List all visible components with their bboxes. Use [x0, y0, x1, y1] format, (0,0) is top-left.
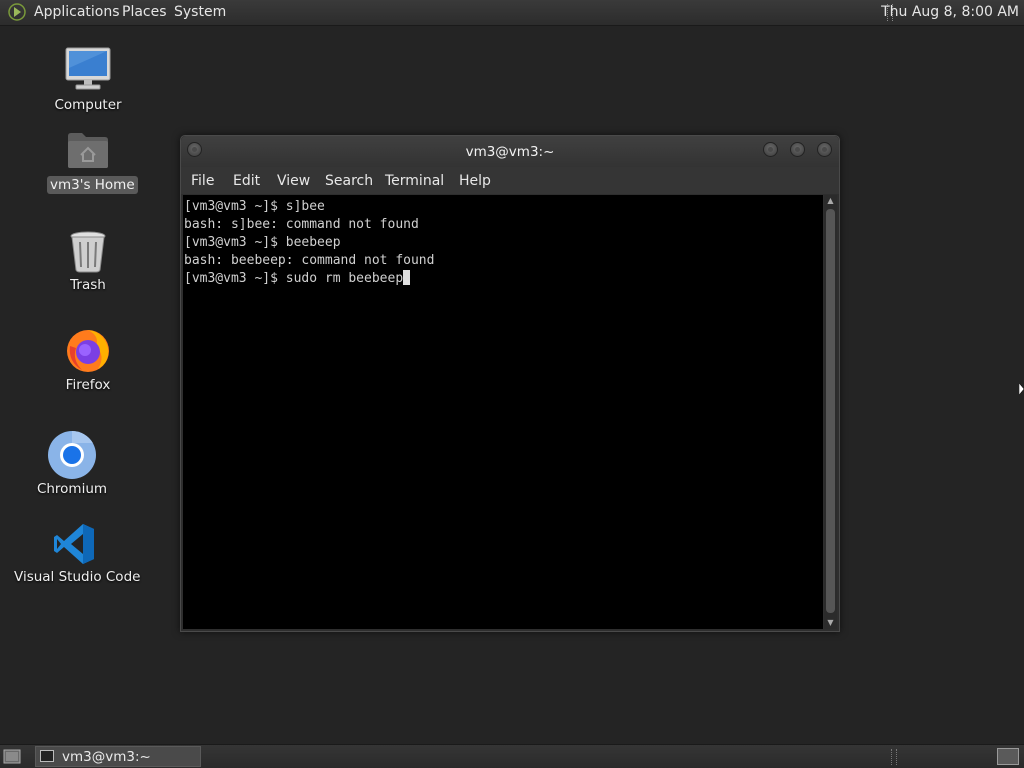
terminal-scrollbar[interactable]: ▲ ▼: [824, 195, 837, 629]
maximize-button[interactable]: [790, 142, 805, 157]
top-panel: Applications Places System Thu Aug 8, 8:…: [0, 0, 1024, 26]
terminal-lines: [vm3@vm3 ~]$ s]bee bash: s]bee: command n…: [184, 198, 434, 288]
trash-icon: [70, 231, 106, 273]
terminal-line: bash: s]bee: command not found: [184, 217, 419, 232]
taskbar-button-terminal[interactable]: vm3@vm3:~: [35, 746, 201, 767]
show-desktop-icon[interactable]: [3, 749, 21, 764]
window-title: vm3@vm3:~: [465, 144, 555, 160]
menu-edit[interactable]: Edit: [233, 173, 260, 189]
desktop-icon-computer[interactable]: Computer: [40, 44, 136, 116]
desktop-icon-home[interactable]: vm3's Home: [40, 128, 138, 198]
terminal-line: [vm3@vm3 ~]$ beebeep: [184, 235, 341, 250]
desktop-icon-label: Firefox: [65, 377, 111, 393]
desktop-icon-label: Trash: [70, 277, 106, 293]
home-folder-icon: [68, 133, 108, 168]
applications-logo-icon[interactable]: [8, 3, 26, 21]
scroll-down-arrow-icon[interactable]: ▼: [824, 617, 837, 629]
vscode-icon: [54, 524, 94, 564]
minimize-button[interactable]: [763, 142, 778, 157]
desktop-icon-label: Visual Studio Code: [14, 569, 141, 585]
desktop-icon-vscode[interactable]: Visual Studio Code: [14, 520, 141, 590]
firefox-icon: [67, 330, 109, 372]
terminal-window[interactable]: vm3@vm3:~ File Edit View Search Terminal…: [180, 135, 840, 632]
desktop-icon-trash[interactable]: Trash: [40, 228, 136, 296]
menu-search[interactable]: Search: [325, 173, 373, 189]
mouse-pointer-icon: [1019, 383, 1024, 396]
terminal-output[interactable]: [vm3@vm3 ~]$ s]bee bash: s]bee: command n…: [183, 195, 823, 629]
menu-system[interactable]: System: [174, 4, 226, 21]
terminal-current-command: [vm3@vm3 ~]$ sudo rm beebeep: [184, 271, 404, 286]
taskbar-button-label: vm3@vm3:~: [62, 749, 151, 765]
desktop-icon-label: Chromium: [36, 481, 108, 497]
desktop[interactable]: Applications Places System Thu Aug 8, 8:…: [0, 0, 1024, 768]
menu-file[interactable]: File: [191, 173, 214, 189]
menu-terminal[interactable]: Terminal: [385, 173, 444, 189]
workspace-switcher[interactable]: [997, 748, 1019, 765]
text-cursor: [403, 270, 411, 285]
clock[interactable]: Thu Aug 8, 8:00 AM: [881, 4, 1019, 21]
scroll-up-arrow-icon[interactable]: ▲: [824, 195, 837, 207]
window-titlebar[interactable]: vm3@vm3:~: [181, 136, 839, 167]
desktop-icon-label: vm3's Home: [47, 176, 138, 194]
desktop-icon-firefox[interactable]: Firefox: [40, 326, 136, 396]
terminal-icon: [40, 750, 54, 762]
terminal-prompt-line: [vm3@vm3 ~]$ sudo rm beebeep: [184, 270, 434, 288]
computer-icon: [65, 47, 111, 90]
terminal-line: bash: beebeep: command not found: [184, 253, 435, 268]
panel-separator: [891, 749, 897, 765]
menu-help[interactable]: Help: [459, 173, 491, 189]
menu-view[interactable]: View: [277, 173, 310, 189]
terminal-menubar: File Edit View Search Terminal Help: [181, 167, 839, 194]
scrollbar-thumb[interactable]: [826, 209, 835, 613]
desktop-icon-label: Computer: [54, 97, 122, 113]
terminal-line: [vm3@vm3 ~]$ s]bee: [184, 199, 325, 214]
desktop-icon-chromium[interactable]: Chromium: [24, 430, 120, 500]
menu-applications[interactable]: Applications: [34, 4, 120, 21]
chromium-icon: [48, 431, 96, 479]
close-button[interactable]: [817, 142, 832, 157]
bottom-panel: vm3@vm3:~: [0, 744, 1024, 768]
menu-places[interactable]: Places: [122, 4, 167, 21]
